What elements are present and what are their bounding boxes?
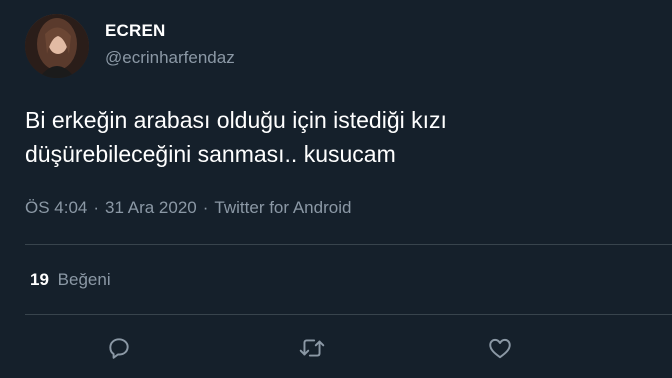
tweet-time[interactable]: ÖS 4:04 — [25, 198, 87, 217]
reply-icon — [109, 338, 129, 359]
display-name[interactable]: ECREN — [105, 20, 235, 42]
likes-stat[interactable]: 19 Beğeni — [30, 270, 111, 290]
tweet-actions — [0, 333, 672, 363]
tweet-date[interactable]: 31 Ara 2020 — [105, 198, 197, 217]
tweet-text-line: Bi erkeğin arabası olduğu için istediği … — [25, 107, 447, 133]
reply-button[interactable] — [104, 333, 134, 363]
tweet-source[interactable]: Twitter for Android — [214, 198, 351, 217]
user-names: ECREN @ecrinharfendaz — [105, 20, 235, 70]
tweet-text: Bi erkeğin arabası olduğu için istediği … — [25, 103, 645, 171]
user-handle[interactable]: @ecrinharfendaz — [105, 46, 235, 70]
like-icon — [489, 338, 511, 359]
divider — [25, 314, 672, 315]
like-button[interactable] — [485, 333, 515, 363]
retweet-button[interactable] — [297, 333, 327, 363]
likes-label: Beğeni — [57, 270, 111, 289]
avatar[interactable] — [25, 14, 89, 78]
tweet-header: ECREN @ecrinharfendaz — [25, 14, 235, 78]
likes-count: 19 — [30, 270, 49, 289]
tweet-text-line: düşürebileceğini sanması.. kusucam — [25, 141, 396, 167]
tweet-metadata: ÖS 4:04 · 31 Ara 2020 · Twitter for Android — [25, 198, 351, 218]
meta-separator: · — [202, 198, 209, 217]
meta-separator: · — [93, 198, 100, 217]
divider — [25, 244, 672, 245]
retweet-icon — [299, 339, 325, 357]
